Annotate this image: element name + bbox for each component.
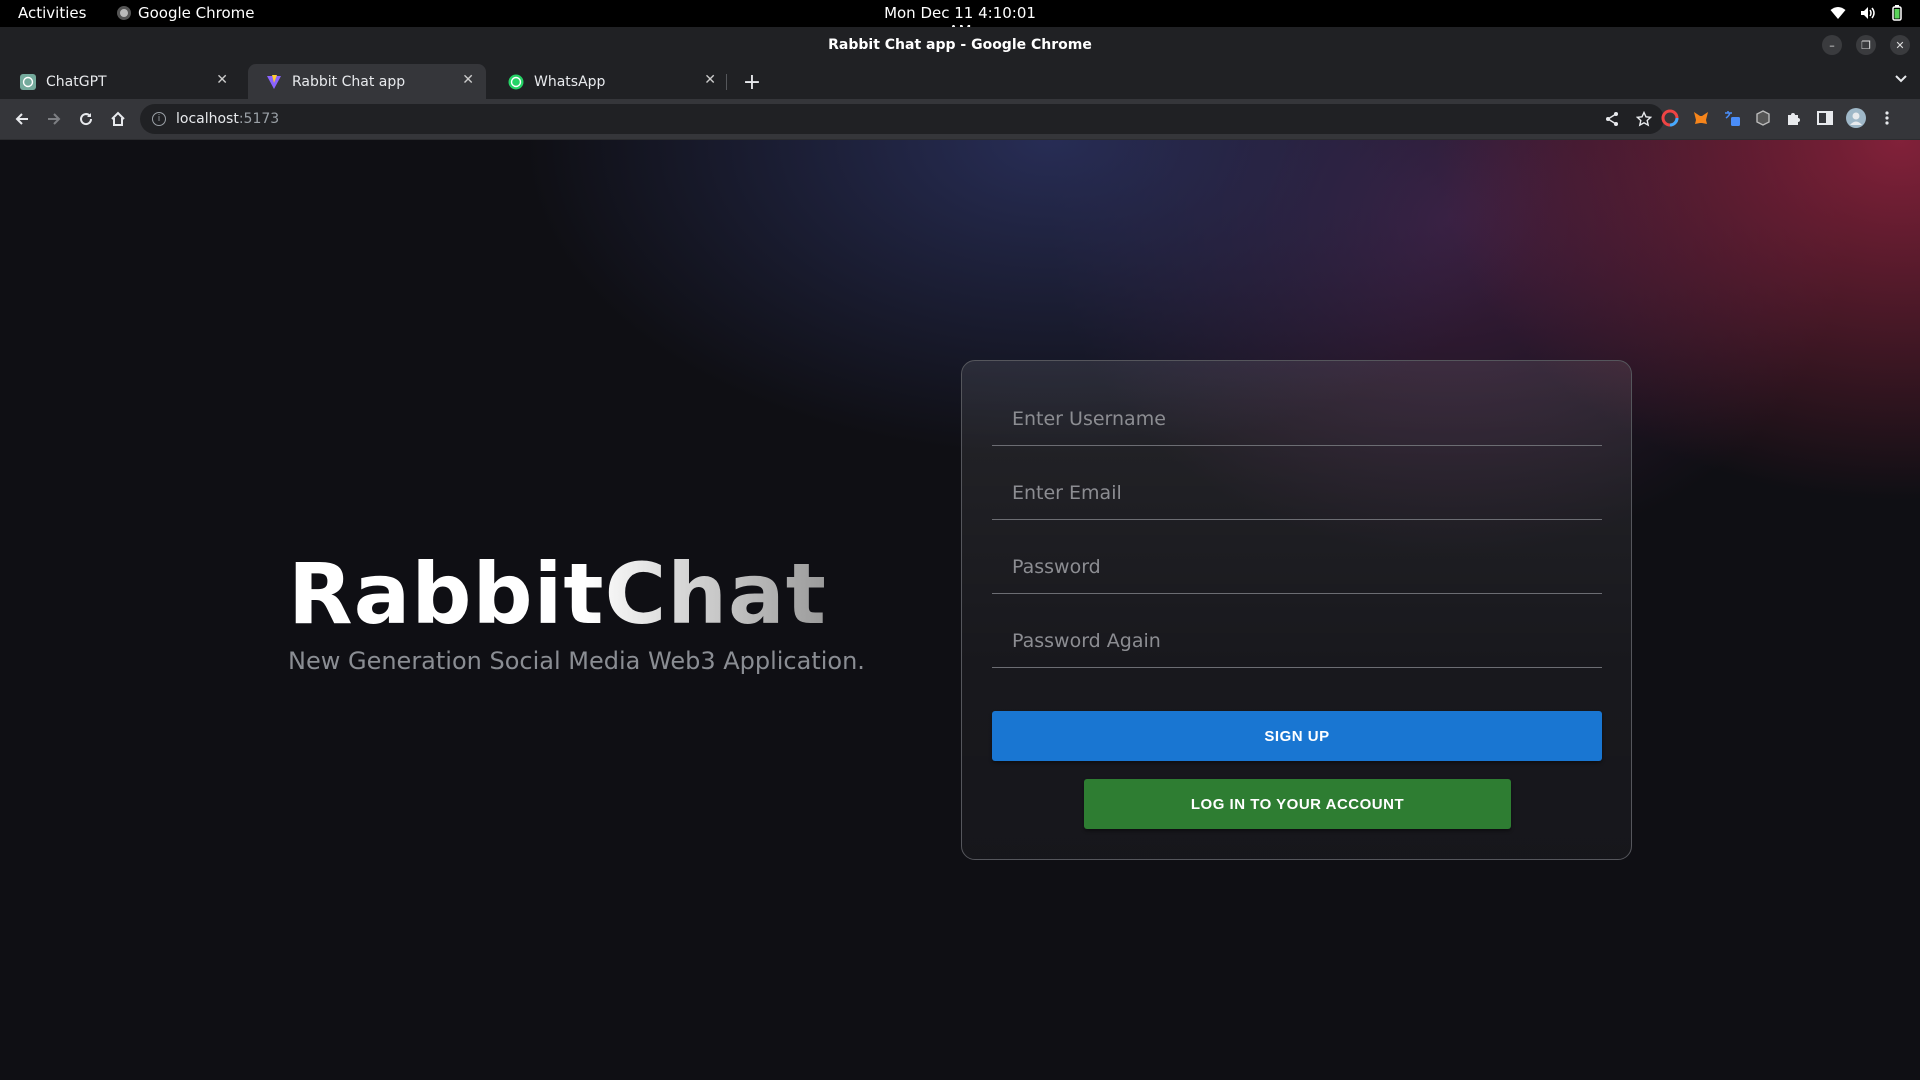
window-title: Rabbit Chat app - Google Chrome	[828, 37, 1092, 53]
browser-toolbar: i localhost :5173	[0, 99, 1920, 140]
password-again-input[interactable]	[992, 608, 1602, 667]
app-menu[interactable]: Google Chrome	[117, 4, 255, 22]
window-title-bar: Rabbit Chat app - Google Chrome – ❐ ✕	[0, 27, 1920, 64]
vite-favicon	[266, 74, 282, 90]
tab-separator	[726, 74, 727, 90]
whatsapp-favicon	[508, 74, 524, 90]
system-top-bar: Activities Google Chrome Mon Dec 11 4:10…	[0, 0, 1920, 40]
chrome-icon	[117, 6, 131, 20]
bookmark-star-icon[interactable]	[1635, 110, 1653, 131]
tab-label: Rabbit Chat app	[292, 73, 406, 90]
page-content: RabbitChat New Generation Social Media W…	[0, 140, 1920, 1080]
tab-chatgpt[interactable]: ChatGPT ✕	[2, 64, 240, 99]
chatgpt-favicon	[20, 73, 36, 90]
translate-extension-icon[interactable]	[1722, 108, 1742, 128]
wifi-icon	[1830, 6, 1846, 20]
sign-up-button[interactable]: SIGN UP	[992, 711, 1602, 761]
restore-button[interactable]: ❐	[1856, 35, 1876, 55]
password-input[interactable]	[992, 534, 1602, 593]
share-icon[interactable]	[1604, 111, 1620, 131]
close-tab-icon[interactable]: ✕	[462, 72, 474, 88]
signup-form-card: SIGN UP LOG IN TO YOUR ACCOUNT	[961, 360, 1632, 860]
back-button[interactable]	[10, 107, 34, 131]
tab-whatsapp[interactable]: WhatsApp ✕	[490, 64, 728, 99]
log-in-button[interactable]: LOG IN TO YOUR ACCOUNT	[1084, 779, 1511, 829]
close-window-button[interactable]: ✕	[1890, 35, 1910, 55]
close-tab-icon[interactable]: ✕	[216, 72, 228, 88]
site-info-icon[interactable]: i	[152, 112, 166, 126]
username-input[interactable]	[992, 386, 1602, 445]
close-tab-icon[interactable]: ✕	[704, 72, 716, 88]
tab-label: ChatGPT	[46, 73, 107, 90]
battery-icon	[1890, 5, 1904, 21]
home-button[interactable]	[106, 107, 130, 131]
username-field	[992, 386, 1602, 446]
activities-button[interactable]: Activities	[18, 4, 86, 22]
tab-label: WhatsApp	[534, 73, 606, 90]
tab-search-button[interactable]	[1894, 70, 1908, 89]
profile-avatar[interactable]	[1846, 108, 1866, 128]
side-panel-icon[interactable]	[1815, 108, 1835, 128]
color-picker-extension-icon[interactable]	[1660, 108, 1680, 128]
forward-button[interactable]	[42, 107, 66, 131]
chrome-menu-icon[interactable]	[1877, 108, 1897, 128]
system-tray[interactable]	[1830, 5, 1904, 21]
tab-rabbit-chat[interactable]: Rabbit Chat app ✕	[248, 64, 486, 99]
password-field	[992, 534, 1602, 594]
metamask-extension-icon[interactable]	[1691, 108, 1711, 128]
new-tab-button[interactable]: +	[738, 68, 766, 96]
email-input[interactable]	[992, 460, 1602, 519]
url-host: localhost	[176, 111, 239, 127]
email-field	[992, 460, 1602, 520]
tab-strip: ChatGPT ✕ Rabbit Chat app ✕ WhatsApp ✕ +	[0, 64, 1920, 99]
tagline: New Generation Social Media Web3 Applica…	[288, 647, 865, 675]
address-bar[interactable]: i localhost :5173	[140, 104, 1664, 134]
reload-button[interactable]	[74, 107, 98, 131]
cube-extension-icon[interactable]	[1753, 108, 1773, 128]
url-port: :5173	[238, 111, 280, 127]
app-menu-label: Google Chrome	[138, 4, 255, 22]
minimize-button[interactable]: –	[1822, 35, 1842, 55]
extensions-puzzle-icon[interactable]	[1784, 108, 1804, 128]
password-again-field	[992, 608, 1602, 668]
brand-title: RabbitChat	[288, 545, 827, 643]
volume-icon	[1860, 6, 1876, 20]
